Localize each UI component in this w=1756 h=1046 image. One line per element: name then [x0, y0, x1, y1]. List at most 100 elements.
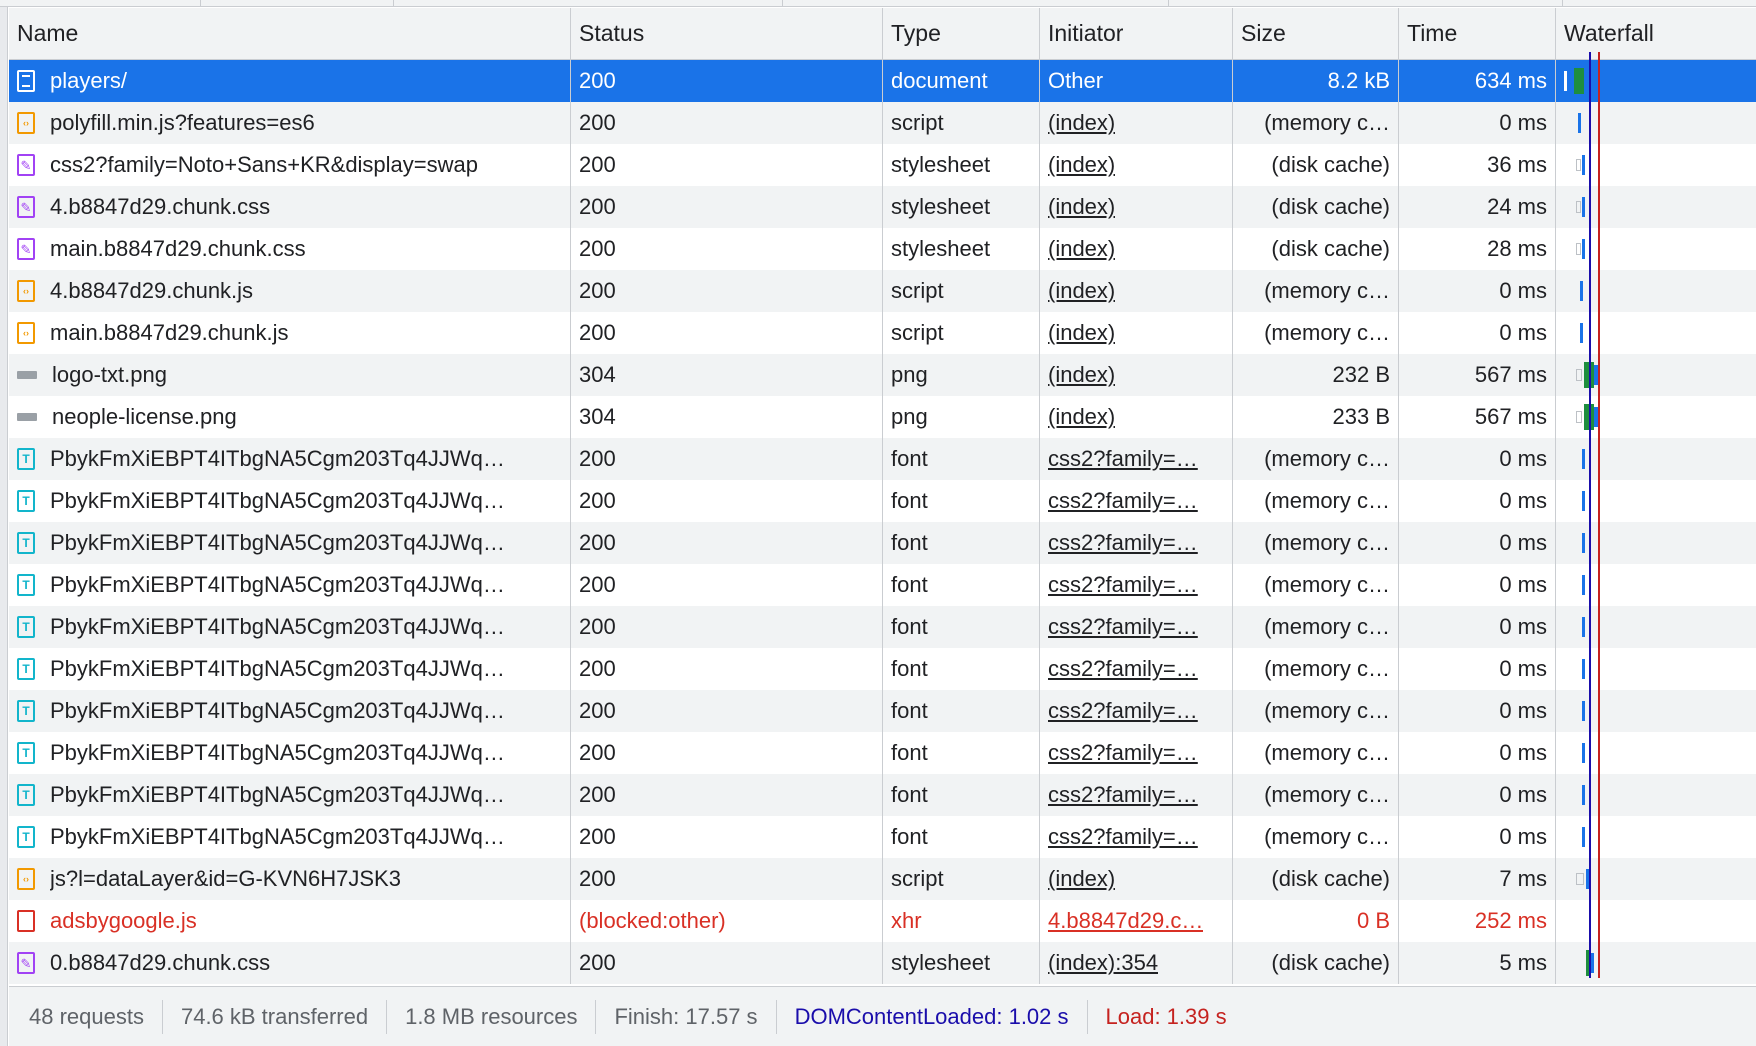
table-row[interactable]: players/200 document Other 8.2 kB 634 ms [9, 60, 1756, 102]
table-row[interactable]: T PbykFmXiEBPT4ITbgNA5Cgm203Tq4JJWq… 200 fo… [9, 522, 1756, 564]
initiator-link[interactable]: (index) [1048, 236, 1115, 262]
request-name-cell[interactable]: T PbykFmXiEBPT4ITbgNA5Cgm203Tq4JJWq… [9, 606, 571, 648]
column-header-size[interactable]: Size [1233, 8, 1399, 59]
font-icon: T [17, 616, 35, 638]
table-row[interactable]: ✎ 0.b8847d29.chunk.css 200 stylesheet (index… [9, 942, 1756, 984]
request-size-text: (memory c… [1264, 740, 1390, 765]
column-header-time[interactable]: Time [1399, 8, 1556, 59]
request-status: 200 [571, 60, 883, 102]
request-name-cell[interactable]: T PbykFmXiEBPT4ITbgNA5Cgm203Tq4JJWq… [9, 774, 571, 816]
request-name-cell[interactable]: T PbykFmXiEBPT4ITbgNA5Cgm203Tq4JJWq… [9, 690, 571, 732]
request-name-cell[interactable]: adsbygoogle.js [9, 900, 571, 942]
request-name-cell[interactable]: ✎ 4.b8847d29.chunk.css [9, 186, 571, 228]
initiator-link[interactable]: 4.b8847d29.c… [1048, 908, 1203, 934]
table-row[interactable]: T PbykFmXiEBPT4ITbgNA5Cgm203Tq4JJWq… 200 fo… [9, 648, 1756, 690]
table-row[interactable]: T PbykFmXiEBPT4ITbgNA5Cgm203Tq4JJWq… 200 fo… [9, 732, 1756, 774]
initiator-link[interactable]: css2?family=… [1048, 530, 1198, 556]
initiator-link[interactable]: (index):354 [1048, 950, 1158, 976]
request-name-cell[interactable]: ‹› js?l=dataLayer&id=G-KVN6H7JSK3 [9, 858, 571, 900]
request-initiator: (index):354 [1040, 942, 1233, 984]
request-type-text: png [891, 404, 928, 429]
request-status-text: 200 [579, 68, 616, 93]
request-status: 200 [571, 312, 883, 354]
stylesheet-icon: ✎ [17, 952, 35, 974]
request-name-cell[interactable]: ‹› main.b8847d29.chunk.js [9, 312, 571, 354]
column-header-waterfall[interactable]: Waterfall [1556, 8, 1756, 59]
waterfall-bar [1582, 449, 1585, 469]
table-row[interactable]: ‹› polyfill.min.js?features=es6 200 script (… [9, 102, 1756, 144]
request-type: png [883, 396, 1040, 438]
request-size: (disk cache) [1233, 228, 1399, 270]
table-row[interactable]: T PbykFmXiEBPT4ITbgNA5Cgm203Tq4JJWq… 200 fo… [9, 816, 1756, 858]
initiator-link[interactable]: css2?family=… [1048, 824, 1198, 850]
initiator-link[interactable]: css2?family=… [1048, 614, 1198, 640]
initiator-link[interactable]: (index) [1048, 362, 1115, 388]
table-row[interactable]: ‹› 4.b8847d29.chunk.js 200 script (index) (me… [9, 270, 1756, 312]
request-time: 0 ms [1399, 312, 1556, 354]
request-name-cell[interactable]: T PbykFmXiEBPT4ITbgNA5Cgm203Tq4JJWq… [9, 732, 571, 774]
request-size: (memory c… [1233, 480, 1399, 522]
initiator-link[interactable]: (index) [1048, 320, 1115, 346]
table-row[interactable]: T PbykFmXiEBPT4ITbgNA5Cgm203Tq4JJWq… 200 fo… [9, 606, 1756, 648]
request-type-text: font [891, 782, 928, 807]
initiator-link[interactable]: css2?family=… [1048, 572, 1198, 598]
request-size: (memory c… [1233, 816, 1399, 858]
waterfall-cell [1556, 942, 1756, 984]
error-icon [17, 910, 35, 932]
table-row[interactable]: T PbykFmXiEBPT4ITbgNA5Cgm203Tq4JJWq… 200 fo… [9, 480, 1756, 522]
initiator-link[interactable]: (index) [1048, 404, 1115, 430]
initiator-link[interactable]: (index) [1048, 278, 1115, 304]
initiator-link[interactable]: css2?family=… [1048, 656, 1198, 682]
table-row[interactable]: ‹› js?l=dataLayer&id=G-KVN6H7JSK3 200 scrip… [9, 858, 1756, 900]
request-size: (memory c… [1233, 648, 1399, 690]
waterfall-cell [1556, 438, 1756, 480]
column-header-name[interactable]: Name [9, 8, 571, 59]
request-name-cell[interactable]: logo-txt.png [9, 354, 571, 396]
initiator-link[interactable]: (index) [1048, 110, 1115, 136]
request-name-cell[interactable]: ‹› 4.b8847d29.chunk.js [9, 270, 571, 312]
initiator-link[interactable]: css2?family=… [1048, 698, 1198, 724]
table-row[interactable]: T PbykFmXiEBPT4ITbgNA5Cgm203Tq4JJWq… 200 fo… [9, 438, 1756, 480]
column-header-initiator[interactable]: Initiator [1040, 8, 1233, 59]
request-name-cell[interactable]: T PbykFmXiEBPT4ITbgNA5Cgm203Tq4JJWq… [9, 816, 571, 858]
initiator-link[interactable]: css2?family=… [1048, 488, 1198, 514]
request-name: 0.b8847d29.chunk.css [50, 950, 271, 975]
table-row[interactable]: T PbykFmXiEBPT4ITbgNA5Cgm203Tq4JJWq… 200 fo… [9, 564, 1756, 606]
table-row[interactable]: adsbygoogle.js (blocked:other) xhr 4.b8847d… [9, 900, 1756, 942]
request-status: 200 [571, 186, 883, 228]
request-name-cell[interactable]: T PbykFmXiEBPT4ITbgNA5Cgm203Tq4JJWq… [9, 564, 571, 606]
table-row[interactable]: logo-txt.png 304 png (index) 232 B 567 ms [9, 354, 1756, 396]
initiator-link[interactable]: css2?family=… [1048, 782, 1198, 808]
request-name-cell[interactable]: neople-license.png [9, 396, 571, 438]
request-name-cell[interactable]: ✎ main.b8847d29.chunk.css [9, 228, 571, 270]
request-name-cell[interactable]: T PbykFmXiEBPT4ITbgNA5Cgm203Tq4JJWq… [9, 522, 571, 564]
table-row[interactable]: T PbykFmXiEBPT4ITbgNA5Cgm203Tq4JJWq… 200 fo… [9, 774, 1756, 816]
table-row[interactable]: ✎ 4.b8847d29.chunk.css 200 stylesheet (index… [9, 186, 1756, 228]
table-row[interactable]: T PbykFmXiEBPT4ITbgNA5Cgm203Tq4JJWq… 200 fo… [9, 690, 1756, 732]
request-type: script [883, 102, 1040, 144]
table-row[interactable]: ‹› main.b8847d29.chunk.js 200 script (index)… [9, 312, 1756, 354]
column-header-status[interactable]: Status [571, 8, 883, 59]
request-name-cell[interactable]: ‹› polyfill.min.js?features=es6 [9, 102, 571, 144]
initiator-link[interactable]: css2?family=… [1048, 740, 1198, 766]
request-status-text: 200 [579, 488, 616, 513]
table-row[interactable]: ✎ css2?family=Noto+Sans+KR&display=swap 20… [9, 144, 1756, 186]
request-name-cell[interactable]: T PbykFmXiEBPT4ITbgNA5Cgm203Tq4JJWq… [9, 648, 571, 690]
request-type: stylesheet [883, 144, 1040, 186]
initiator-link[interactable]: (index) [1048, 194, 1115, 220]
request-name-cell[interactable]: players/ [9, 60, 571, 102]
request-type: font [883, 564, 1040, 606]
request-name-cell[interactable]: ✎ css2?family=Noto+Sans+KR&display=swap [9, 144, 571, 186]
request-initiator: Other [1040, 60, 1233, 102]
request-name-cell[interactable]: ✎ 0.b8847d29.chunk.css [9, 942, 571, 984]
request-name-cell[interactable]: T PbykFmXiEBPT4ITbgNA5Cgm203Tq4JJWq… [9, 480, 571, 522]
column-header-type[interactable]: Type [883, 8, 1040, 59]
column-header-time-label: Time [1407, 20, 1458, 46]
request-type-text: script [891, 110, 944, 135]
initiator-link[interactable]: (index) [1048, 152, 1115, 178]
table-row[interactable]: ✎ main.b8847d29.chunk.css 200 stylesheet (in… [9, 228, 1756, 270]
table-row[interactable]: neople-license.png 304 png (index) 233 B 567 … [9, 396, 1756, 438]
request-name-cell[interactable]: T PbykFmXiEBPT4ITbgNA5Cgm203Tq4JJWq… [9, 438, 571, 480]
initiator-link[interactable]: (index) [1048, 866, 1115, 892]
initiator-link[interactable]: css2?family=… [1048, 446, 1198, 472]
